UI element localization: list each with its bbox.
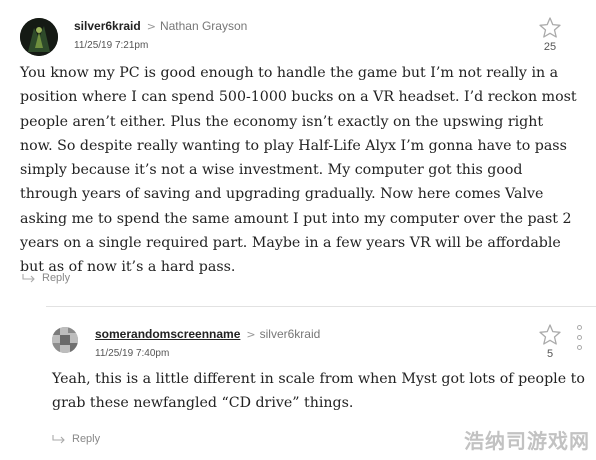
reply-label: Reply	[72, 433, 101, 445]
site-watermark: 浩纳司游戏网	[464, 429, 590, 453]
reply-arrow-icon	[52, 435, 65, 444]
reply-arrow-icon	[22, 274, 35, 283]
star-count: 25	[543, 41, 557, 53]
comment: silver6kraid > Nathan Grayson 11/25/19 7…	[0, 0, 596, 300]
reply-label: Reply	[42, 272, 71, 284]
avatar[interactable]	[52, 327, 78, 353]
comment-body: You know my PC is good enough to handle …	[20, 65, 577, 276]
chevron-right-icon: >	[246, 327, 256, 341]
avatar[interactable]	[20, 18, 58, 56]
star-button[interactable]: 25	[536, 16, 564, 53]
chevron-right-icon: >	[146, 19, 156, 33]
author-name[interactable]: somerandomscreenname	[95, 327, 240, 341]
author-name[interactable]: silver6kraid	[74, 19, 141, 33]
reply-to-name[interactable]: Nathan Grayson	[160, 19, 247, 33]
comment-header: somerandomscreenname > silver6kraid	[95, 327, 320, 341]
comment-timestamp[interactable]: 11/25/19 7:40pm	[95, 348, 169, 359]
reply-to-name[interactable]: silver6kraid	[260, 327, 321, 341]
comment-header: silver6kraid > Nathan Grayson	[74, 19, 247, 33]
avatar-image	[52, 327, 78, 353]
star-outline-icon	[539, 324, 561, 345]
comment-body: Yeah, this is a little different in scal…	[52, 371, 585, 412]
reply-button[interactable]: Reply	[52, 433, 100, 445]
reply-button[interactable]: Reply	[22, 272, 70, 284]
avatar-image	[20, 18, 58, 56]
comment-timestamp[interactable]: 11/25/19 7:21pm	[74, 40, 148, 51]
star-outline-icon	[539, 17, 561, 38]
star-button[interactable]: 5	[536, 323, 564, 360]
vertical-dots-icon[interactable]	[574, 325, 584, 357]
star-count: 5	[546, 348, 554, 360]
